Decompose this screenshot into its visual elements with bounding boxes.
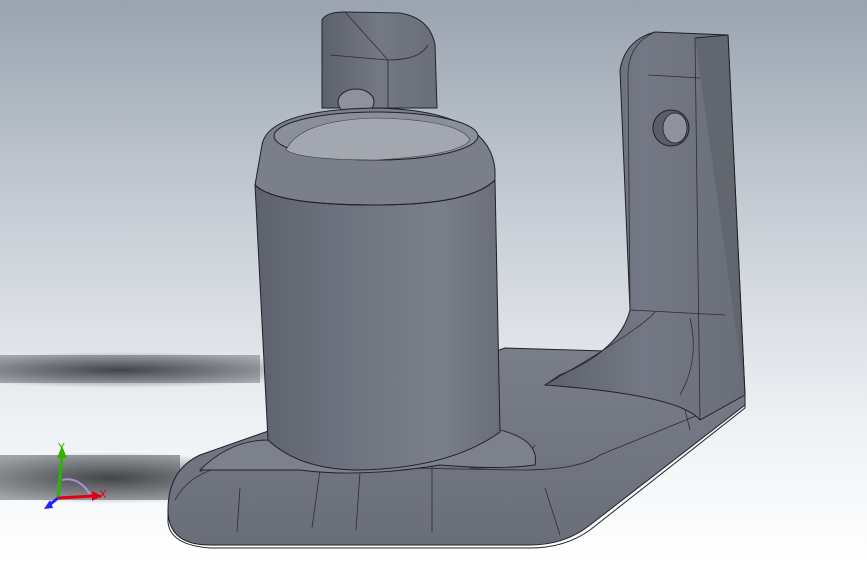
cylinder-boss[interactable] bbox=[254, 107, 501, 471]
back-tab[interactable] bbox=[321, 11, 438, 116]
triad-y-label: Y bbox=[58, 441, 65, 454]
triad-x-axis bbox=[57, 494, 95, 500]
graphics-viewport[interactable]: Y X Z bbox=[0, 0, 867, 562]
3d-model-scene[interactable] bbox=[0, 0, 867, 562]
triad-y-axis bbox=[56, 453, 64, 499]
view-orientation-triad[interactable] bbox=[38, 440, 118, 520]
triad-x-label: X bbox=[99, 488, 107, 501]
